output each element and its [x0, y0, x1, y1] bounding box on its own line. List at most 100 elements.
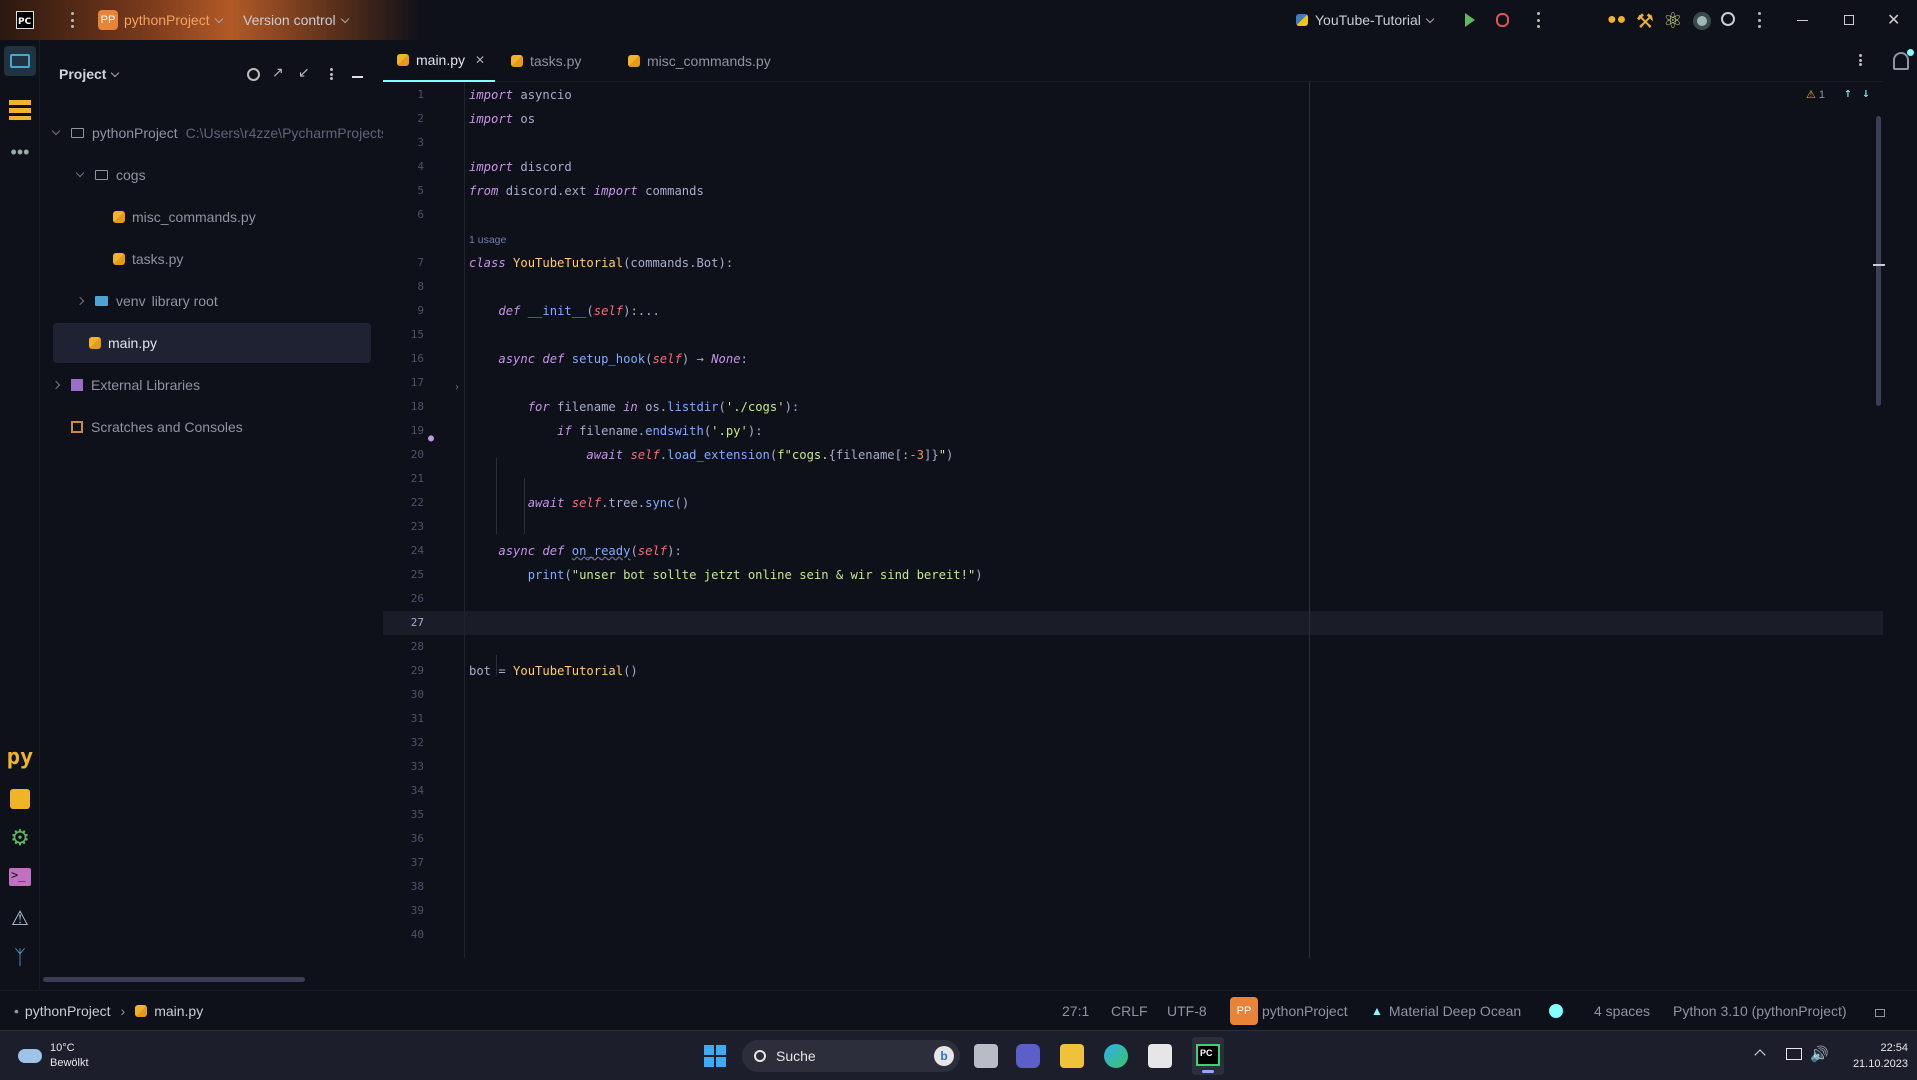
structure-tool-icon[interactable]	[8, 98, 32, 122]
more-tools-icon[interactable]: •••	[8, 140, 32, 164]
project-indicator[interactable]: PP pythonProject	[1230, 991, 1348, 1031]
line-number: 15	[410, 328, 424, 341]
minimize-icon[interactable]	[1797, 20, 1808, 21]
tree-item-project-root[interactable]: pythonProject C:\Users\r4zze\PycharmProj…	[51, 113, 388, 153]
tree-item-external-libraries[interactable]: External Libraries	[51, 365, 200, 405]
pycharm-logo-icon[interactable]: PC	[16, 11, 34, 29]
volume-icon[interactable]: 🔊	[1810, 1045, 1829, 1063]
tree-item-venv[interactable]: venv library root	[53, 281, 218, 321]
python-file-icon	[397, 54, 409, 66]
breadcrumb-file[interactable]: main.py	[154, 1003, 203, 1019]
tool-window-strip: ••• py ⚙ >_ ⚠ ᛉ	[0, 40, 40, 1030]
tree-item-main[interactable]: main.py	[53, 323, 371, 363]
tree-item-suffix: library root	[151, 293, 218, 309]
tree-item-label: pythonProject	[92, 125, 178, 141]
line-separator[interactable]: CRLF	[1111, 991, 1148, 1031]
collapse-all-icon[interactable]: ↙	[298, 64, 310, 81]
debug-icon[interactable]	[1496, 13, 1509, 27]
tree-item-label: venv	[116, 293, 146, 309]
atom-icon[interactable]: ⚛	[1663, 8, 1683, 34]
project-label: pythonProject	[1262, 1003, 1348, 1019]
usage-hint[interactable]: 1 usage	[469, 234, 506, 246]
line-number: 17	[410, 376, 424, 389]
file-explorer-icon[interactable]	[1060, 1044, 1084, 1068]
tools-icon[interactable]: ⚒	[1636, 9, 1654, 34]
project-panel-header[interactable]: Project	[59, 66, 120, 82]
breadcrumb-project[interactable]: pythonProject	[25, 1003, 111, 1019]
tab-tasks[interactable]: tasks.py	[511, 40, 581, 82]
code-line: print("unser bot sollte jetzt online sei…	[527, 568, 983, 582]
close-tab-icon[interactable]: ✕	[475, 53, 485, 67]
panel-options-icon[interactable]	[329, 68, 333, 80]
code-with-me-icon[interactable]: ●●	[1607, 12, 1629, 28]
project-tool-icon[interactable]	[4, 46, 36, 76]
main-menu-icon[interactable]	[70, 12, 74, 28]
vcs-menu[interactable]: Version control	[243, 12, 349, 28]
settings-gear-icon[interactable]: ⚙	[8, 825, 32, 850]
chevron-down-icon	[340, 14, 349, 23]
line-number: 20	[410, 448, 424, 461]
chevron-down-icon	[214, 14, 223, 23]
override-marker-icon[interactable]: ●	[428, 433, 434, 444]
project-selector[interactable]: PP pythonProject	[98, 10, 223, 30]
taskbar-search[interactable]: Suche b	[742, 1040, 960, 1072]
teams-chat-icon[interactable]	[1016, 1044, 1040, 1068]
code-line: from discord.ext import commands	[469, 184, 704, 198]
tab-main[interactable]: main.py ✕	[383, 40, 496, 82]
fold-marker-icon[interactable]: ›	[454, 382, 460, 393]
line-number: 33	[410, 760, 424, 773]
expand-all-icon[interactable]: ↗	[272, 64, 284, 81]
ms-store-icon[interactable]	[1148, 1044, 1172, 1068]
breadcrumb[interactable]: • pythonProject › main.py	[14, 991, 203, 1031]
code-line: import discord	[469, 160, 572, 174]
tab-misc-commands[interactable]: misc_commands.py	[628, 40, 771, 82]
indent-setting[interactable]: 4 spaces	[1594, 991, 1650, 1031]
next-highlight-icon[interactable]: ↓	[1862, 86, 1870, 101]
file-encoding[interactable]: UTF-8	[1167, 991, 1207, 1031]
warning-indicator[interactable]: ⚠ 1	[1806, 88, 1825, 102]
start-windows-icon[interactable]	[704, 1045, 726, 1067]
run-config-selector[interactable]: YouTube-Tutorial	[1296, 12, 1435, 28]
weather-widget[interactable]: 10°C Bewölkt	[18, 1031, 89, 1080]
clock[interactable]: 22:54 21.10.2023	[1838, 1040, 1908, 1072]
horizontal-scrollbar[interactable]	[43, 977, 305, 982]
restore-icon[interactable]	[1844, 15, 1854, 25]
services-tool-icon[interactable]	[8, 787, 32, 811]
line-number: 24	[410, 544, 424, 557]
theme-indicator[interactable]: ▲ Material Deep Ocean	[1371, 991, 1521, 1031]
tree-item-path: C:\Users\r4zze\PycharmProjects	[185, 125, 388, 141]
run-icon[interactable]	[1465, 13, 1475, 27]
git-branch-icon[interactable]: ᛉ	[8, 946, 32, 970]
close-icon[interactable]: ✕	[1887, 10, 1900, 30]
notifications-bell-icon[interactable]	[1893, 52, 1909, 70]
readonly-lock-icon[interactable]	[1875, 991, 1885, 1031]
settings-menu-icon[interactable]	[1757, 12, 1761, 28]
project-panel: Project ↗ ↙ pythonProject C:\Users\r4zze…	[41, 40, 388, 982]
vertical-scrollbar[interactable]	[1876, 116, 1881, 406]
terminal-icon[interactable]: >_	[8, 865, 32, 889]
pycharm-taskbar-icon[interactable]: PC	[1192, 1037, 1224, 1075]
python-console-icon[interactable]: py	[7, 745, 34, 770]
task-view-icon[interactable]	[974, 1044, 998, 1068]
chevron-right-icon	[75, 296, 85, 306]
theme-color-dot[interactable]	[1549, 991, 1563, 1031]
status-dot-icon[interactable]	[1693, 12, 1711, 30]
prev-highlight-icon[interactable]: ↑	[1844, 86, 1852, 101]
caret-position[interactable]: 27:1	[1062, 991, 1089, 1031]
locate-file-icon[interactable]	[247, 68, 260, 81]
code-editor[interactable]: 1 2 3 4 5 6 7 8 9 15 16 17 18 19 20 21 22 23 24 25 26 27 28 29 3…	[383, 82, 1883, 958]
problems-alarm-icon[interactable]: ⚠	[8, 906, 32, 930]
tray-chevron-icon[interactable]	[1754, 1049, 1766, 1061]
library-icon	[71, 379, 83, 391]
tree-item-tasks[interactable]: tasks.py	[53, 239, 183, 279]
more-actions-icon[interactable]	[1536, 12, 1540, 28]
tab-options-icon[interactable]	[1858, 54, 1862, 66]
network-icon[interactable]	[1786, 1048, 1802, 1060]
hide-panel-icon[interactable]	[352, 76, 363, 78]
tree-item-scratches[interactable]: Scratches and Consoles	[53, 407, 243, 447]
tree-item-cogs[interactable]: cogs	[53, 155, 146, 195]
edge-browser-icon[interactable]	[1104, 1044, 1128, 1068]
tree-item-misc-commands[interactable]: misc_commands.py	[53, 197, 256, 237]
search-icon[interactable]	[1721, 12, 1735, 26]
interpreter-selector[interactable]: Python 3.10 (pythonProject)	[1673, 991, 1847, 1031]
